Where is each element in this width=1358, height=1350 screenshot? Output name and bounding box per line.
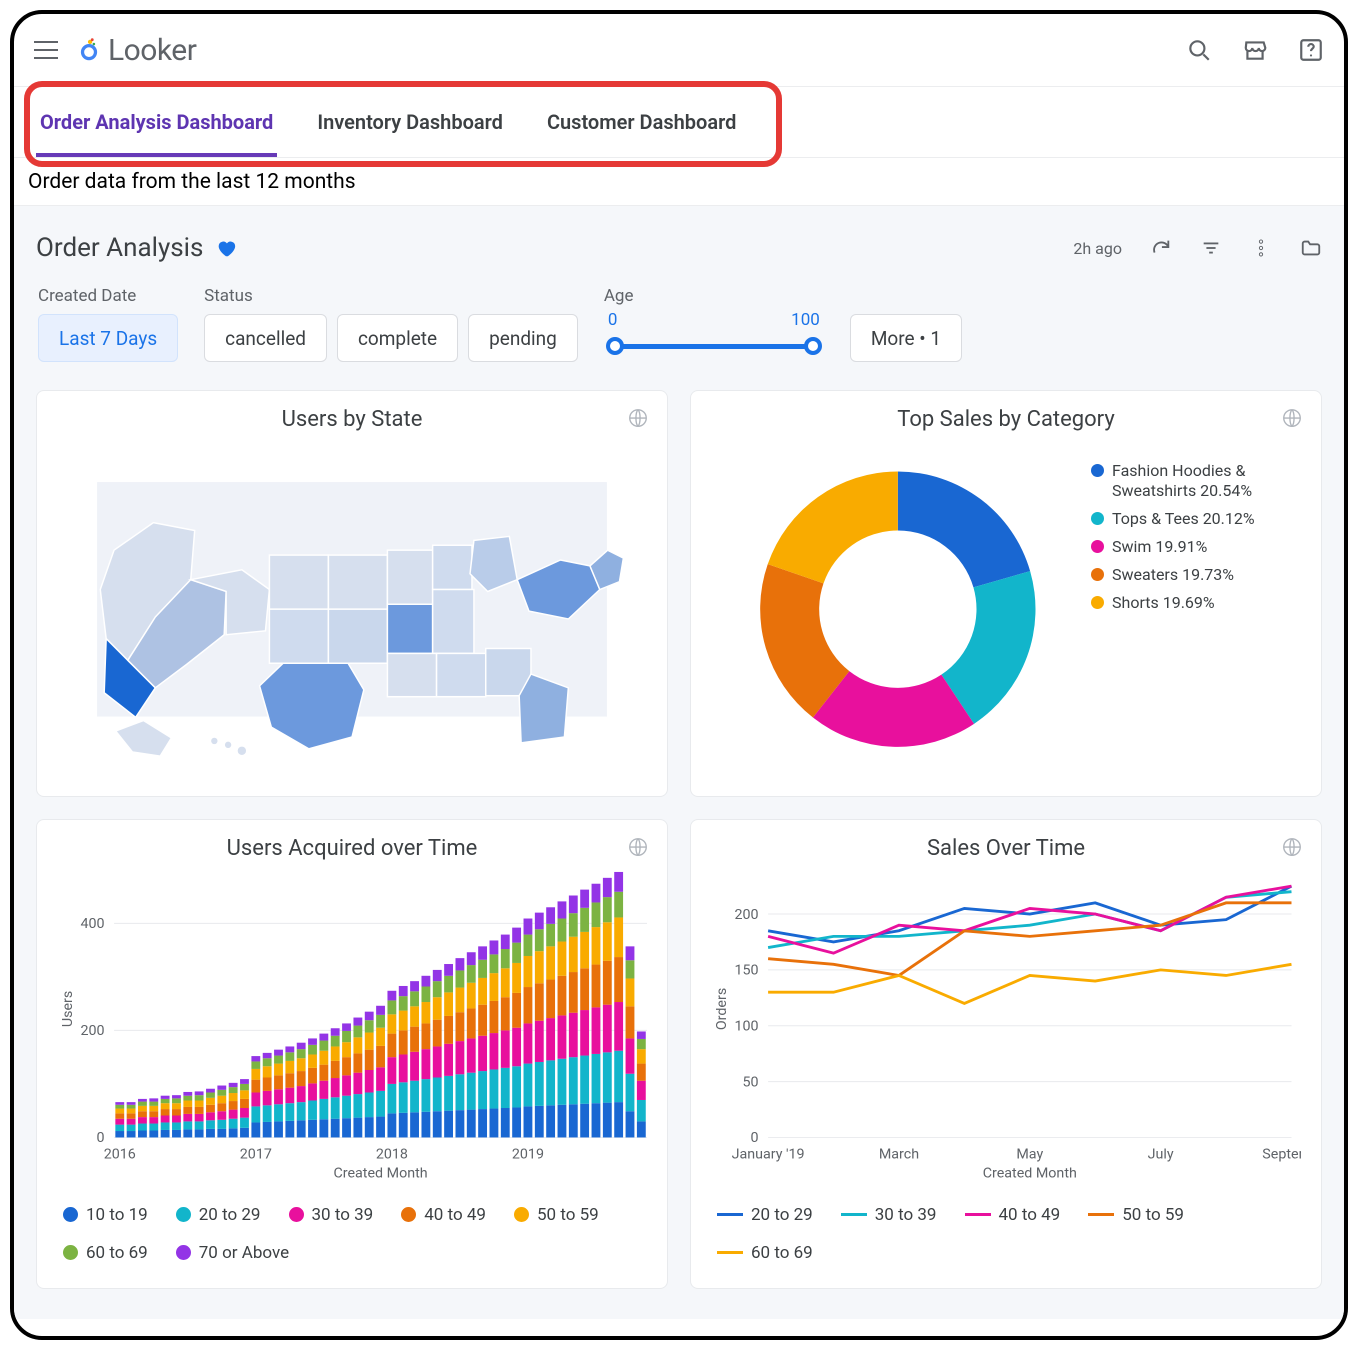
sales-over-time-legend: 20 to 29 30 to 39 40 to 49 50 to 59 60 to 69 (711, 1195, 1301, 1263)
tile-actions-icon[interactable] (1281, 836, 1303, 858)
card-title: Users by State (57, 407, 647, 432)
legend-item: 50 to 59 (514, 1205, 599, 1225)
legend-item: 30 to 39 (289, 1205, 374, 1225)
card-users-by-state: Users by State (36, 390, 668, 797)
svg-text:50: 50 (743, 1075, 759, 1091)
tile-actions-icon[interactable] (627, 407, 649, 429)
updated-ago: 2h ago (1073, 239, 1122, 258)
filter-age-label: Age (604, 286, 824, 306)
search-icon[interactable] (1186, 37, 1212, 63)
svg-text:100: 100 (735, 1019, 759, 1035)
svg-text:200: 200 (735, 907, 759, 923)
filter-created-date-label: Created Date (38, 286, 178, 306)
tile-actions-icon[interactable] (1281, 407, 1303, 429)
filter-status-label: Status (204, 286, 578, 306)
filter-created-date-chip[interactable]: Last 7 Days (38, 314, 178, 362)
dashboard-title: Order Analysis (36, 233, 203, 263)
tab-inventory-dashboard[interactable]: Inventory Dashboard (315, 88, 505, 156)
card-title: Sales Over Time (711, 836, 1301, 861)
more-filters-button[interactable]: More • 1 (850, 314, 962, 362)
card-title: Users Acquired over Time (57, 836, 647, 861)
legend-item: Shorts 19.69% (1091, 593, 1301, 613)
svg-text:May: May (1016, 1147, 1043, 1163)
svg-text:Septem…: Septem… (1262, 1147, 1301, 1163)
svg-text:March: March (879, 1147, 919, 1163)
users-acquired-bar: 0 200 400 2016 2017 2018 2019 Users Created Mont… (57, 871, 647, 1195)
sales-over-time-line: 0 50 100 150 200 January '19 March May July Septe… (711, 871, 1301, 1195)
svg-text:200: 200 (81, 1023, 105, 1039)
brand-logo[interactable]: Looker (76, 33, 196, 68)
svg-text:January '19: January '19 (732, 1147, 805, 1163)
svg-text:Orders: Orders (714, 988, 730, 1030)
hamburger-menu-icon[interactable] (34, 41, 58, 59)
marketplace-icon[interactable] (1242, 37, 1268, 63)
legend-item: 70 or Above (176, 1243, 289, 1263)
age-range-slider[interactable]: 0 100 (604, 314, 824, 362)
legend-item: Fashion Hoodies & Sweatshirts 20.54% (1091, 461, 1301, 501)
svg-text:July: July (1148, 1147, 1174, 1163)
folder-icon[interactable] (1300, 237, 1322, 259)
donut-legend: Fashion Hoodies & Sweatshirts 20.54% Tops… (1091, 461, 1301, 621)
age-min-value: 0 (608, 310, 618, 330)
svg-text:0: 0 (97, 1131, 105, 1147)
filter-status-chip-cancelled[interactable]: cancelled (204, 314, 327, 362)
legend-item: Swim 19.91% (1091, 537, 1301, 557)
svg-text:Created Month: Created Month (333, 1166, 427, 1182)
svg-text:Users: Users (60, 991, 76, 1027)
legend-item: 30 to 39 (841, 1205, 937, 1225)
svg-text:Created Month: Created Month (983, 1166, 1077, 1182)
filter-status-chip-complete[interactable]: complete (337, 314, 458, 362)
svg-text:150: 150 (735, 963, 759, 979)
card-users-acquired: Users Acquired over Time 0 200 400 2016 2017… (36, 819, 668, 1289)
legend-item: 20 to 29 (717, 1205, 813, 1225)
svg-text:2016: 2016 (104, 1147, 136, 1163)
legend-item: 20 to 29 (176, 1205, 261, 1225)
svg-text:2019: 2019 (512, 1147, 544, 1163)
svg-text:2017: 2017 (240, 1147, 272, 1163)
legend-item: 50 to 59 (1088, 1205, 1184, 1225)
tile-actions-icon[interactable] (627, 836, 649, 858)
help-icon[interactable] (1298, 37, 1324, 63)
users-by-state-map (57, 442, 647, 776)
svg-text:400: 400 (81, 916, 105, 932)
legend-item: 40 to 49 (401, 1205, 486, 1225)
legend-item: Tops & Tees 20.12% (1091, 509, 1301, 529)
age-max-value: 100 (791, 310, 820, 330)
users-acquired-legend: 10 to 19 20 to 29 30 to 39 40 to 49 50 to 59… (57, 1195, 647, 1263)
svg-text:0: 0 (751, 1131, 759, 1147)
brand-name: Looker (108, 33, 196, 68)
tab-order-analysis-dashboard[interactable]: Order Analysis Dashboard (38, 88, 275, 156)
legend-item: 60 to 69 (717, 1243, 813, 1263)
legend-item: 60 to 69 (63, 1243, 148, 1263)
refresh-icon[interactable] (1150, 237, 1172, 259)
svg-text:2018: 2018 (376, 1147, 408, 1163)
legend-item: 40 to 49 (965, 1205, 1061, 1225)
filter-icon[interactable] (1200, 237, 1222, 259)
legend-item: 10 to 19 (63, 1205, 148, 1225)
subheader-text: Order data from the last 12 months (14, 158, 1344, 206)
card-sales-over-time: Sales Over Time 0 50 100 150 200 January '19 M… (690, 819, 1322, 1289)
tab-customer-dashboard[interactable]: Customer Dashboard (545, 88, 738, 156)
card-title: Top Sales by Category (711, 407, 1301, 432)
favorite-icon[interactable] (215, 237, 237, 259)
legend-item: Sweaters 19.73% (1091, 565, 1301, 585)
overflow-menu-icon[interactable] (1250, 237, 1272, 259)
card-top-sales: Top Sales by Category Fashion Hoodies & … (690, 390, 1322, 797)
filter-status-chip-pending[interactable]: pending (468, 314, 578, 362)
